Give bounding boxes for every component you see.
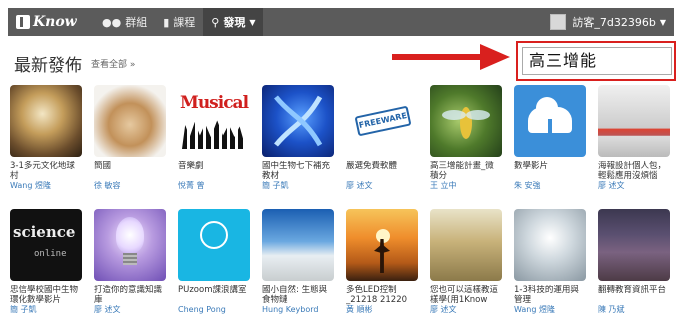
puzoom-circle bbox=[200, 221, 228, 249]
course-title[interactable]: 打造你的意識知識庫 bbox=[94, 285, 166, 305]
lightbulb-photo-icon bbox=[94, 209, 166, 281]
course-title[interactable]: PUzoom課浪講室 bbox=[178, 285, 250, 305]
course-card[interactable]: 1-3科技的運用與管理 Wang 煜隆 bbox=[514, 209, 586, 315]
course-title[interactable]: 簡國 bbox=[94, 161, 166, 181]
freeware-stamp-icon: FREEWARE bbox=[346, 85, 418, 157]
course-title[interactable]: 您也可以這樣教這樣學(用1Know翻... bbox=[430, 285, 502, 305]
course-owner[interactable]: 王 立中 bbox=[430, 181, 502, 191]
view-all-link[interactable]: 查看全部 » bbox=[91, 57, 135, 70]
logo[interactable]: Know bbox=[16, 14, 94, 30]
course-card[interactable]: 您也可以這樣教這樣學(用1Know翻... 廖 述文 bbox=[430, 209, 502, 315]
course-card[interactable]: 多色LED控制_21218 21220 黃 順彬 bbox=[346, 209, 418, 315]
course-owner[interactable]: Wang 煜隆 bbox=[514, 305, 586, 315]
science-subtext: online bbox=[34, 249, 67, 259]
course-owner[interactable]: 簡 子凱 bbox=[10, 305, 82, 315]
course-owner[interactable]: 廖 述文 bbox=[346, 181, 418, 191]
search-icon: ⚲ bbox=[211, 15, 220, 29]
course-card[interactable]: 打造你的意識知識庫 廖 述文 bbox=[94, 209, 166, 315]
course-owner[interactable]: 徐 敏容 bbox=[94, 181, 166, 191]
logo-text: Know bbox=[33, 14, 77, 30]
logo-icon bbox=[16, 15, 30, 29]
course-owner[interactable]: 悅菁 曾 bbox=[178, 181, 250, 191]
cloud-shape bbox=[528, 97, 572, 133]
dna-image-icon bbox=[262, 85, 334, 157]
nav-courses[interactable]: ▮ 課程 bbox=[155, 8, 203, 36]
course-title[interactable]: 國中生物七下補充教材 bbox=[262, 161, 334, 181]
course-title[interactable]: 多色LED控制_21218 21220 bbox=[346, 285, 418, 305]
user-menu[interactable]: 訪客_7d32396b ▼ bbox=[550, 8, 674, 36]
course-card[interactable]: FREEWARE 嚴選免費軟體 廖 述文 bbox=[346, 85, 418, 191]
hands-photo-icon bbox=[514, 209, 586, 281]
crowd-photo-icon bbox=[598, 209, 670, 281]
nav-groups-label: 群組 bbox=[125, 16, 148, 29]
course-title[interactable]: 翻轉教育資訊平台 bbox=[598, 285, 670, 305]
course-title[interactable]: 高三增能計畫_微積分 bbox=[430, 161, 502, 181]
chevron-down-icon: ▼ bbox=[659, 17, 666, 27]
sunset-yoga-photo-icon bbox=[346, 209, 418, 281]
course-owner[interactable]: 廖 述文 bbox=[430, 305, 502, 315]
course-title[interactable]: 海報設計個人包，輕鬆應用沒煩惱 bbox=[598, 161, 670, 181]
course-card[interactable]: PUzoom課浪講室 Cheng Pong bbox=[178, 209, 250, 315]
kids-photo-icon bbox=[430, 209, 502, 281]
course-owner[interactable]: 黃 順彬 bbox=[346, 305, 418, 315]
sky-photo-icon bbox=[262, 209, 334, 281]
course-owner[interactable]: Hung Keybord bbox=[262, 305, 334, 315]
science-chalkboard-icon: science online bbox=[10, 209, 82, 281]
gift-box-photo-icon bbox=[94, 85, 166, 157]
course-card[interactable]: 3-1多元文化地球村 Wang 煜隆 bbox=[10, 85, 82, 191]
groups-icon: ●● bbox=[102, 15, 122, 29]
musical-poster-text: Musical bbox=[180, 93, 249, 113]
course-title[interactable]: 忠信學校國中生物環化數學影片 bbox=[10, 285, 82, 305]
course-owner[interactable]: 廖 述文 bbox=[598, 181, 670, 191]
course-card[interactable]: 國小自然: 生態與食物鏈 Hung Keybord bbox=[262, 209, 334, 315]
book-icon: ▮ bbox=[163, 15, 170, 29]
nav-discover[interactable]: ⚲ 發現 ▼ bbox=[203, 8, 264, 36]
dna-strand bbox=[274, 95, 323, 147]
avatar bbox=[550, 14, 567, 30]
nav-groups[interactable]: ●● 群組 bbox=[94, 8, 155, 36]
cloud-logo-icon bbox=[514, 85, 586, 157]
course-card[interactable]: 國中生物七下補充教材 簡 子凱 bbox=[262, 85, 334, 191]
course-card[interactable]: science online 忠信學校國中生物環化數學影片 簡 子凱 bbox=[10, 209, 82, 315]
earth-photo-icon bbox=[10, 85, 82, 157]
chevron-down-icon: ▼ bbox=[249, 17, 256, 27]
insect-figure bbox=[442, 107, 490, 139]
user-name: 訪客_7d32396b bbox=[572, 16, 656, 29]
highlight-callout: 高三增能 bbox=[516, 41, 676, 81]
nav-discover-label: 發現 bbox=[223, 16, 246, 29]
course-card[interactable]: 簡國 徐 敏容 bbox=[94, 85, 166, 191]
course-owner[interactable]: Wang 煜隆 bbox=[10, 181, 82, 191]
course-title[interactable]: 嚴選免費軟體 bbox=[346, 161, 418, 181]
callout-text: 高三增能 bbox=[522, 47, 672, 75]
yoga-silhouette bbox=[374, 239, 390, 273]
course-owner[interactable]: Cheng Pong bbox=[178, 305, 250, 315]
course-card[interactable]: 數學影片 朱 安強 bbox=[514, 85, 586, 191]
course-owner[interactable]: 簡 子凱 bbox=[262, 181, 334, 191]
page-title: 最新發佈 bbox=[14, 56, 82, 76]
course-title[interactable]: 1-3科技的運用與管理 bbox=[514, 285, 586, 305]
red-arrow-icon bbox=[392, 44, 510, 70]
course-owner[interactable]: 陳 乃斌 bbox=[598, 305, 670, 315]
top-nav-bar: Know ●● 群組 ▮ 課程 ⚲ 發現 ▼ 訪客_7d32396b ▼ bbox=[8, 8, 674, 36]
course-owner[interactable]: 廖 述文 bbox=[94, 305, 166, 315]
people-photo-icon bbox=[598, 85, 670, 157]
insect-photo-icon bbox=[430, 85, 502, 157]
course-title[interactable]: 數學影片 bbox=[514, 161, 586, 181]
course-title[interactable]: 音樂劇 bbox=[178, 161, 250, 181]
bulb-base bbox=[123, 253, 137, 265]
science-text: science bbox=[13, 223, 76, 241]
course-card[interactable]: 翻轉教育資訊平台 陳 乃斌 bbox=[598, 209, 670, 315]
course-title[interactable]: 3-1多元文化地球村 bbox=[10, 161, 82, 181]
musical-poster-icon: Musical bbox=[178, 85, 250, 157]
course-card[interactable]: 高三增能計畫_微積分 王 立中 bbox=[430, 85, 502, 191]
nav-courses-label: 課程 bbox=[173, 16, 196, 29]
puzoom-logo-icon bbox=[178, 209, 250, 281]
course-card[interactable]: 海報設計個人包，輕鬆應用沒煩惱 廖 述文 bbox=[598, 85, 670, 191]
course-card[interactable]: Musical 音樂劇 悅菁 曾 bbox=[178, 85, 250, 191]
bulb-glass bbox=[116, 217, 144, 253]
course-title[interactable]: 國小自然: 生態與食物鏈 bbox=[262, 285, 334, 305]
dancers-silhouette bbox=[182, 120, 246, 149]
freeware-stamp-text: FREEWARE bbox=[354, 105, 412, 137]
course-owner[interactable]: 朱 安強 bbox=[514, 181, 586, 191]
